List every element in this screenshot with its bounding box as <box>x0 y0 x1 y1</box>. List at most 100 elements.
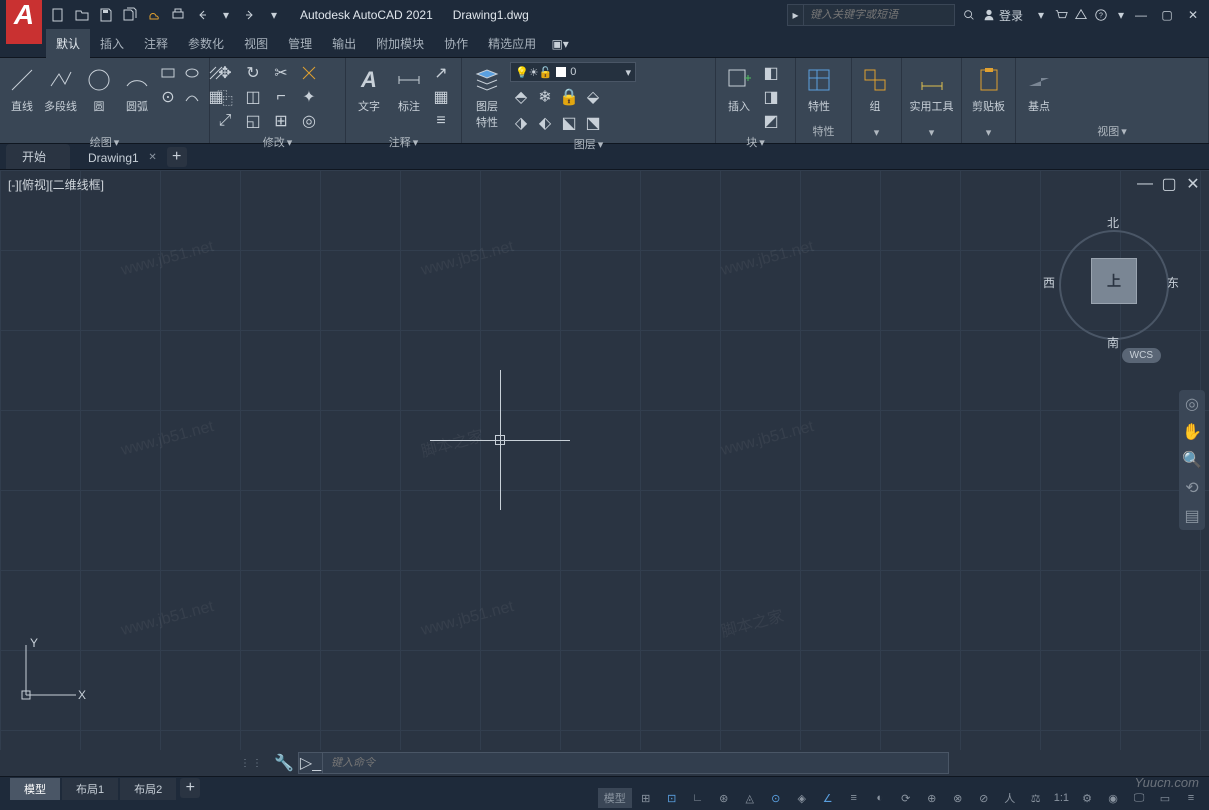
layer-unlock-icon[interactable]: ⬔ <box>582 112 604 134</box>
layer-freeze-icon[interactable]: ❄ <box>534 86 556 108</box>
wcs-badge[interactable]: WCS <box>1122 348 1161 363</box>
group-button[interactable]: 组 <box>856 62 894 116</box>
polyline-button[interactable]: 多段线 <box>42 62 79 116</box>
tab-output[interactable]: 输出 <box>322 29 366 58</box>
vp-min-icon[interactable]: — <box>1135 174 1155 194</box>
search-caret-icon[interactable]: ▸ <box>788 4 804 26</box>
tab-collab[interactable]: 协作 <box>434 29 478 58</box>
search-box[interactable]: ▸ <box>787 4 955 26</box>
offset-icon[interactable]: ◎ <box>298 110 320 132</box>
viewport-label[interactable]: [-][俯视][二维线框] <box>8 176 104 193</box>
move-icon[interactable]: ✥ <box>214 62 236 84</box>
status-anno-icon[interactable]: 人 <box>998 788 1022 808</box>
status-monitor-icon[interactable]: 🖵 <box>1127 788 1151 808</box>
vp-close-icon[interactable]: ✕ <box>1183 174 1203 194</box>
tab-parametric[interactable]: 参数化 <box>178 29 234 58</box>
qat-plot-icon[interactable] <box>167 4 189 26</box>
block-attr-icon[interactable]: ◩ <box>760 110 782 132</box>
status-transparency-icon[interactable]: ◐ <box>868 788 892 808</box>
line-button[interactable]: 直线 <box>4 62 40 116</box>
layout-tab-layout2[interactable]: 布局2 <box>120 778 176 800</box>
status-scale-button[interactable]: 1:1 <box>1050 788 1073 808</box>
close-icon[interactable]: ✕ <box>1183 5 1203 25</box>
file-tab-drawing1[interactable]: Drawing1✕ <box>72 147 163 169</box>
layer-on-icon[interactable]: ⬖ <box>534 112 556 134</box>
spline-icon[interactable] <box>181 86 203 108</box>
block-create-icon[interactable]: ◧ <box>760 62 782 84</box>
array-icon[interactable]: ⊞ <box>270 110 292 132</box>
nav-orbit-icon[interactable]: ⟲ <box>1182 478 1202 498</box>
login-label[interactable]: 登录 <box>999 7 1023 24</box>
search-icon[interactable] <box>959 5 979 25</box>
explode-icon[interactable]: ✦ <box>298 86 320 108</box>
mtext-icon[interactable]: ≡ <box>430 110 452 132</box>
circle-button[interactable]: 圆 <box>81 62 117 116</box>
nav-zoom-icon[interactable]: 🔍 <box>1182 450 1202 470</box>
vc-west[interactable]: 西 <box>1043 274 1055 291</box>
file-tab-start[interactable]: 开始 <box>6 144 70 169</box>
status-custom-icon[interactable]: ≡ <box>1179 788 1203 808</box>
qat-redo-drop-icon[interactable]: ▾ <box>263 4 285 26</box>
vc-east[interactable]: 东 <box>1167 274 1179 291</box>
qat-undo-icon[interactable] <box>191 4 213 26</box>
status-3dosnap-icon[interactable]: ◈ <box>790 788 814 808</box>
cmd-prompt-icon[interactable]: ▷_ <box>299 753 323 773</box>
tab-overflow-icon[interactable]: ▣▾ <box>546 37 574 51</box>
cmd-grip-icon[interactable]: ⋮⋮ <box>240 758 264 769</box>
properties-button[interactable]: 特性 <box>800 62 838 116</box>
block-edit-icon[interactable]: ◨ <box>760 86 782 108</box>
status-gear-icon[interactable]: ⚙ <box>1075 788 1099 808</box>
qat-undo-drop-icon[interactable]: ▾ <box>215 4 237 26</box>
vc-south[interactable]: 南 <box>1107 334 1119 351</box>
qat-new-icon[interactable] <box>47 4 69 26</box>
minimize-icon[interactable]: — <box>1131 5 1151 25</box>
tab-default[interactable]: 默认 <box>46 29 90 58</box>
status-grid-icon[interactable]: ⊞ <box>634 788 658 808</box>
cmd-input-wrapper[interactable]: ▷_ <box>298 752 949 774</box>
fillet-icon[interactable]: ⌐ <box>270 86 292 108</box>
maximize-icon[interactable]: ▢ <box>1157 5 1177 25</box>
erase-icon[interactable] <box>298 62 320 84</box>
point-icon[interactable]: ⊙ <box>157 86 179 108</box>
tab-addins[interactable]: 附加模块 <box>366 29 434 58</box>
layer-iso-icon[interactable]: ⬗ <box>510 112 532 134</box>
tab-view[interactable]: 视图 <box>234 29 278 58</box>
status-qp-icon[interactable]: ⊗ <box>946 788 970 808</box>
user-icon[interactable] <box>979 5 999 25</box>
layout-tab-layout1[interactable]: 布局1 <box>62 778 118 800</box>
layer-combo[interactable]: 💡 ☀ 🔓 0 ▾ <box>510 62 636 82</box>
cmd-customize-icon[interactable]: 🔧 <box>274 753 294 773</box>
nav-pan-icon[interactable]: ✋ <box>1182 422 1202 442</box>
basepoint-button[interactable]: 基点 <box>1020 62 1058 116</box>
layout-plus-button[interactable]: + <box>180 778 200 798</box>
layer-match-icon[interactable]: ⬙ <box>582 86 604 108</box>
tab-close-icon[interactable]: ✕ <box>148 152 156 163</box>
nav-wheel-icon[interactable]: ◎ <box>1182 394 1202 414</box>
help-icon[interactable]: ? <box>1091 5 1111 25</box>
status-snap-icon[interactable]: ⊡ <box>660 788 684 808</box>
status-lwt-icon[interactable]: ≡ <box>842 788 866 808</box>
qat-redo-icon[interactable] <box>239 4 261 26</box>
qat-save-icon[interactable] <box>95 4 117 26</box>
qat-cloud-icon[interactable] <box>143 4 165 26</box>
tab-annotate[interactable]: 注释 <box>134 29 178 58</box>
cart-icon[interactable] <box>1051 5 1071 25</box>
tab-featured[interactable]: 精选应用 <box>478 29 546 58</box>
status-cycle-icon[interactable]: ⟳ <box>894 788 918 808</box>
vc-north[interactable]: 北 <box>1107 214 1119 231</box>
stretch-icon[interactable]: ⤢ <box>214 110 236 132</box>
tab-insert[interactable]: 插入 <box>90 29 134 58</box>
arc-button[interactable]: 圆弧 <box>119 62 155 116</box>
utilities-button[interactable]: 实用工具 <box>906 62 957 116</box>
search-input[interactable] <box>804 9 954 21</box>
status-dyn-icon[interactable]: ⊕ <box>920 788 944 808</box>
layer-off-icon[interactable]: ⬘ <box>510 86 532 108</box>
rotate-icon[interactable]: ↻ <box>242 62 264 84</box>
viewcube[interactable]: 北 南 西 东 上 <box>1049 210 1179 340</box>
tab-plus-button[interactable]: + <box>167 147 187 167</box>
help-drop-icon[interactable]: ▾ <box>1111 5 1131 25</box>
text-button[interactable]: A文字 <box>350 62 388 116</box>
status-otrack-icon[interactable]: ∠ <box>816 788 840 808</box>
table-icon[interactable]: ▦ <box>430 86 452 108</box>
scale-icon[interactable]: ◱ <box>242 110 264 132</box>
